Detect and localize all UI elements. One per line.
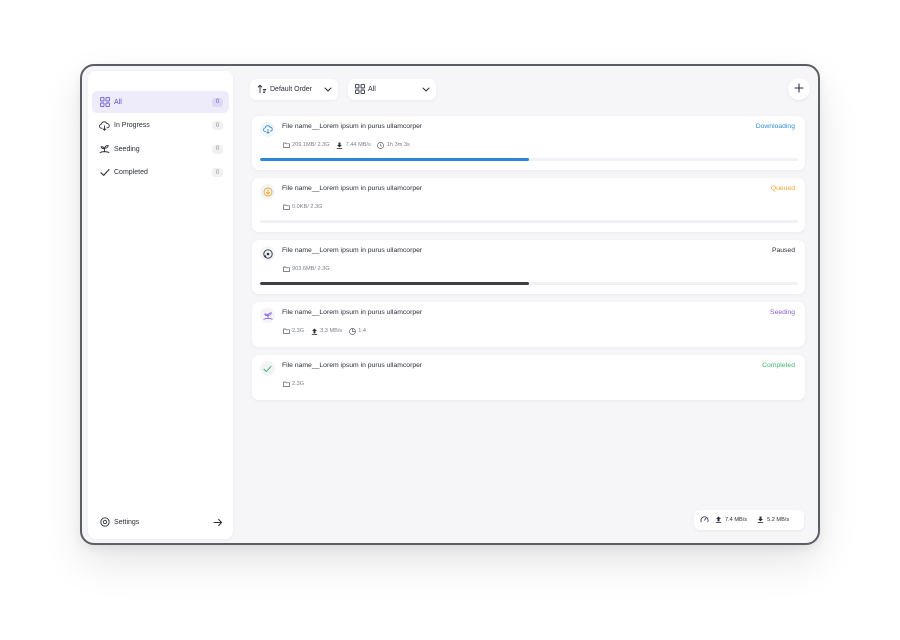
share-ratio: 1.4 bbox=[358, 328, 366, 334]
progress-bar bbox=[260, 158, 798, 161]
progress-fill bbox=[260, 158, 529, 161]
chevron-down-icon bbox=[323, 85, 332, 94]
sidebar-item-label: In Progress bbox=[114, 122, 150, 129]
progress-fill bbox=[260, 282, 529, 285]
file-name: File name__Lorem ipsum in purus ullamcor… bbox=[282, 247, 423, 254]
file-meta: 2.3G 3.3 MB/s 1.4 bbox=[282, 327, 366, 335]
progress-bar bbox=[260, 220, 798, 223]
download-card[interactable]: File name__Lorem ipsum in purus ullamcor… bbox=[252, 302, 805, 347]
plus-icon bbox=[794, 80, 804, 98]
download-card[interactable]: File name__Lorem ipsum in purus ullamcor… bbox=[252, 240, 805, 294]
filter-dropdown[interactable]: All bbox=[348, 78, 436, 100]
settings-label: Settings bbox=[114, 518, 140, 526]
download-speed: 7.44 MB/s bbox=[345, 142, 371, 148]
upload-speed: 3.3 MB/s bbox=[320, 328, 343, 334]
count-badge: 0 bbox=[212, 97, 223, 107]
cloud-download-icon bbox=[260, 122, 275, 137]
sidebar-item-all[interactable]: All 0 bbox=[92, 91, 229, 113]
sort-order-dropdown[interactable]: Default Order bbox=[250, 78, 338, 100]
file-size: 2.3G bbox=[292, 328, 305, 334]
folder-icon bbox=[282, 380, 290, 388]
paused-icon bbox=[260, 246, 275, 261]
file-size: 2.3G bbox=[292, 381, 305, 387]
count-badge: 0 bbox=[212, 144, 223, 154]
toolbar: Default Order All bbox=[250, 78, 810, 100]
status-label: Paused bbox=[771, 247, 795, 254]
sidebar-item-label: Completed bbox=[114, 169, 148, 176]
file-meta: 0.0KB/ 2.3G bbox=[282, 203, 322, 211]
file-meta: 209.1MB/ 2.3G 7.44 MB/s 1h 3m 3s bbox=[282, 141, 410, 149]
sort-order-label: Default Order bbox=[270, 85, 313, 93]
download-icon bbox=[336, 141, 344, 149]
download-card[interactable]: File name__Lorem ipsum in purus ullamcor… bbox=[252, 178, 805, 232]
total-upload: 7.4 MB/s bbox=[715, 516, 747, 525]
arrow-right-icon[interactable] bbox=[212, 516, 224, 528]
filter-label: All bbox=[368, 85, 376, 93]
sidebar-item-completed[interactable]: Completed 0 bbox=[92, 162, 229, 184]
folder-icon bbox=[282, 141, 290, 149]
download-card[interactable]: File name__Lorem ipsum in purus ullamcor… bbox=[252, 355, 805, 400]
file-size: 903.6MB/ 2.3G bbox=[292, 266, 330, 272]
chevron-down-icon bbox=[421, 85, 430, 94]
upload-icon bbox=[715, 516, 722, 525]
download-list: File name__Lorem ipsum in purus ullamcor… bbox=[252, 116, 805, 408]
ratio-icon bbox=[348, 327, 356, 335]
download-circle-icon bbox=[260, 184, 275, 199]
speed-status-bar: 7.4 MB/s 5.2 MB/s bbox=[694, 510, 804, 530]
total-download-speed: 5.2 MB/s bbox=[767, 517, 790, 523]
main-panel: Default Order All File name__Lorem ipsum… bbox=[242, 66, 818, 543]
count-badge: 0 bbox=[212, 168, 223, 177]
folder-icon bbox=[282, 327, 290, 335]
upload-icon bbox=[310, 327, 318, 335]
time-remaining: 1h 3m 3s bbox=[386, 142, 410, 148]
settings-icon bbox=[99, 517, 110, 528]
file-size: 0.0KB/ 2.3G bbox=[292, 204, 323, 210]
add-download-button[interactable] bbox=[788, 78, 810, 100]
grid-icon bbox=[354, 84, 365, 95]
check-icon bbox=[260, 361, 275, 376]
sidebar: All 0 In Progress 0 Seeding 0 Completed … bbox=[88, 71, 233, 539]
total-download: 5.2 MB/s bbox=[757, 516, 789, 525]
app-window: All 0 In Progress 0 Seeding 0 Completed … bbox=[80, 64, 820, 545]
file-meta: 2.3G bbox=[282, 380, 304, 388]
settings-button[interactable]: Settings bbox=[99, 515, 224, 529]
download-icon bbox=[757, 516, 764, 525]
count-badge: 0 bbox=[212, 121, 223, 130]
folder-icon bbox=[282, 265, 290, 273]
file-name: File name__Lorem ipsum in purus ullamcor… bbox=[282, 309, 423, 316]
sidebar-item-label: All bbox=[114, 98, 122, 106]
file-meta: 903.6MB/ 2.3G bbox=[282, 265, 330, 273]
sidebar-item-seeding[interactable]: Seeding 0 bbox=[92, 138, 229, 160]
status-label: Downloading bbox=[755, 123, 795, 130]
seedling-icon bbox=[99, 144, 110, 155]
download-card[interactable]: File name__Lorem ipsum in purus ullamcor… bbox=[252, 116, 805, 170]
status-label: Completed bbox=[762, 362, 795, 369]
grid-icon bbox=[99, 97, 110, 108]
progress-bar bbox=[260, 282, 798, 285]
sidebar-item-in-progress[interactable]: In Progress 0 bbox=[92, 115, 229, 137]
status-label: Queued bbox=[770, 185, 795, 192]
check-icon bbox=[99, 167, 110, 178]
file-size: 209.1MB/ 2.3G bbox=[292, 142, 330, 148]
cloud-download-icon bbox=[99, 120, 110, 131]
seedling-icon bbox=[260, 308, 275, 323]
sidebar-item-label: Seeding bbox=[114, 145, 140, 153]
status-label: Seeding bbox=[770, 309, 795, 316]
file-name: File name__Lorem ipsum in purus ullamcor… bbox=[282, 185, 423, 192]
file-name: File name__Lorem ipsum in purus ullamcor… bbox=[282, 123, 423, 130]
sort-icon bbox=[256, 84, 267, 95]
file-name: File name__Lorem ipsum in purus ullamcor… bbox=[282, 362, 423, 369]
sidebar-nav: All 0 In Progress 0 Seeding 0 Completed … bbox=[92, 91, 229, 185]
speedometer-icon[interactable] bbox=[700, 515, 709, 526]
folder-icon bbox=[282, 203, 290, 211]
total-upload-speed: 7.4 MB/s bbox=[725, 517, 748, 523]
clock-icon bbox=[377, 141, 385, 149]
